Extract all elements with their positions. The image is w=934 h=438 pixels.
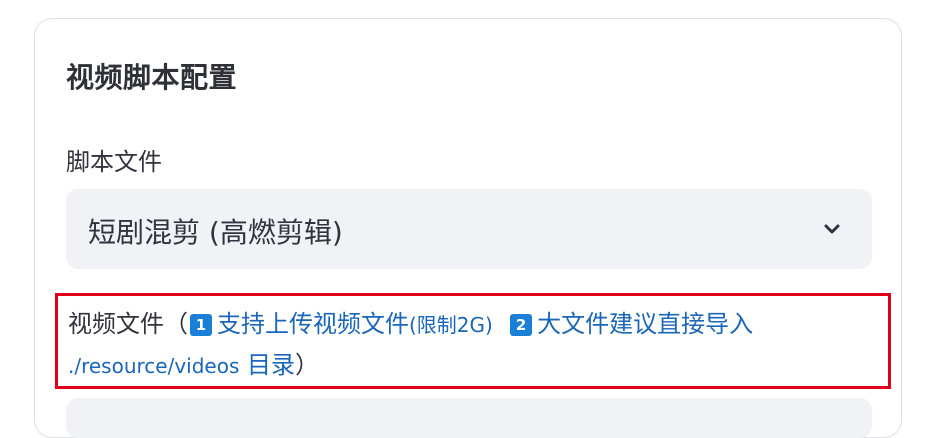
video-file-uploader[interactable] — [66, 398, 872, 438]
number-two-badge-icon: 2 — [510, 314, 533, 336]
script-file-select[interactable]: 短剧混剪 (高燃剪辑) — [66, 189, 872, 269]
upload-size-limit: (限制2G) — [409, 313, 493, 337]
video-file-label-suffix: ） — [295, 351, 320, 379]
video-file-label: 视频文件（ 1 支持上传视频文件(限制2G) 2 大文件建议直接导入 ./resourc… — [68, 304, 878, 386]
chevron-down-icon[interactable] — [822, 219, 842, 239]
script-file-selected-value: 短剧混剪 (高燃剪辑) — [88, 216, 343, 249]
import-directory-path: ./resource/videos — [68, 354, 240, 378]
import-directory-suffix: 目录 — [247, 351, 296, 379]
upload-note-text: 支持上传视频文件 — [217, 310, 409, 338]
script-file-label: 脚本文件 — [66, 148, 162, 176]
video-file-label-highlight: 视频文件（ 1 支持上传视频文件(限制2G) 2 大文件建议直接导入 ./resourc… — [55, 293, 891, 389]
import-note-text: 大文件建议直接导入 — [537, 310, 754, 338]
video-file-label-prefix: 视频文件（ — [68, 310, 188, 338]
section-title: 视频脚本配置 — [66, 61, 238, 94]
number-one-badge-icon: 1 — [190, 314, 212, 336]
